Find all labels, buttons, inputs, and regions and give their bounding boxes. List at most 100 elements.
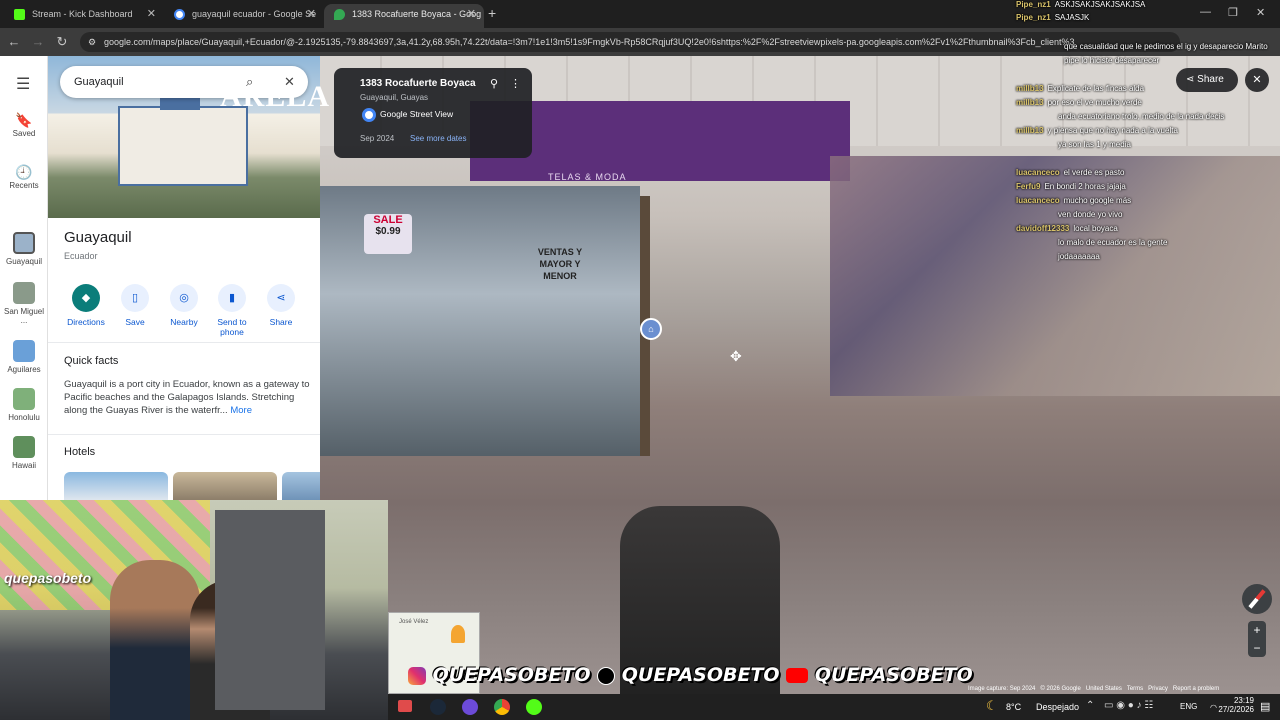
chat-user: davidoff12333 xyxy=(1016,224,1070,233)
tab-kick-dashboard[interactable]: Stream - Kick Dashboard ✕ xyxy=(4,4,164,28)
rail-item-saved[interactable]: 🔖 Saved xyxy=(0,112,48,138)
chat-message: lo malo de ecuador es la gente xyxy=(1058,238,1167,247)
person-left xyxy=(110,560,200,720)
tab-title: Stream - Kick Dashboard xyxy=(32,9,133,19)
hotel-card[interactable] xyxy=(173,472,277,500)
rail-label: Guayaquil xyxy=(5,257,43,266)
app-icon[interactable] xyxy=(398,700,412,712)
rail-label: Saved xyxy=(12,129,36,138)
forward-icon[interactable]: → xyxy=(30,34,46,50)
compass-icon[interactable] xyxy=(1242,584,1272,614)
more-vert-icon[interactable]: ⋮ xyxy=(510,77,521,90)
send-to-phone-button[interactable]: ▮ Send to phone xyxy=(210,284,254,337)
site-info-icon[interactable]: ⚙ xyxy=(88,32,96,52)
rail-item-honolulu[interactable]: Honolulu xyxy=(0,388,48,422)
share-streetview-button[interactable]: ⋖ Share xyxy=(1176,68,1238,92)
google-icon xyxy=(174,9,185,20)
app-icon[interactable] xyxy=(526,699,542,715)
tab-google-search[interactable]: guayaquil ecuador - Google Se ✕ xyxy=(164,4,324,28)
store-marker-icon[interactable]: ⌂ xyxy=(640,318,662,340)
price-text: $0.99 xyxy=(375,226,401,237)
webcam-watermark: quepasobeto xyxy=(4,570,92,586)
app-icon[interactable] xyxy=(462,699,478,715)
divider xyxy=(48,434,320,435)
share-label: Share xyxy=(1197,74,1224,85)
url-bar[interactable]: ⚙ google.com/maps/place/Guayaquil,+Ecuad… xyxy=(80,32,1180,52)
close-icon[interactable]: ✕ xyxy=(307,4,316,24)
weather-desc: Despejado xyxy=(1036,702,1080,712)
rail-label: Aguilares xyxy=(7,365,41,374)
reload-icon[interactable]: ↻ xyxy=(54,34,70,50)
weather-temp: 8°C xyxy=(1006,702,1022,712)
footer-terms[interactable]: Terms xyxy=(1127,686,1143,692)
place-thumbnail xyxy=(13,340,35,362)
hotel-card[interactable] xyxy=(282,472,320,500)
chat-message: Pipe_nz1 SAJASJK xyxy=(1016,13,1089,22)
quick-facts-text: Guayaquil is a port city in Ecuador, kno… xyxy=(64,378,310,417)
close-icon[interactable]: ✕ xyxy=(147,4,156,24)
action-label: Save xyxy=(125,317,145,327)
close-window-icon[interactable]: ✕ xyxy=(1256,6,1265,19)
clock[interactable]: 23:19 27/2/2026 xyxy=(1214,696,1254,714)
footer-report[interactable]: Report a problem xyxy=(1173,686,1219,692)
nearby-button[interactable]: ◎ Nearby xyxy=(162,284,206,327)
chat-message: pipe lo hiciste desaparecer xyxy=(1064,56,1159,65)
maps-pin-icon xyxy=(334,9,345,20)
rail-item-aguilares[interactable]: Aguilares xyxy=(0,340,48,374)
see-more-dates-link[interactable]: See more dates xyxy=(410,134,466,143)
moon-icon: ☾ xyxy=(986,698,998,713)
chat-text: el verde es pasto xyxy=(1063,168,1125,177)
close-streetview-button[interactable]: ✕ xyxy=(1245,68,1269,92)
chat-user: millb13 xyxy=(1016,84,1044,93)
rail-item-guayaquil[interactable]: Guayaquil xyxy=(0,232,48,266)
action-label: Directions xyxy=(67,317,105,327)
directions-button[interactable]: ◆ Directions xyxy=(64,284,108,327)
new-tab-button[interactable]: + xyxy=(488,5,496,21)
pixelated-region xyxy=(830,156,1280,396)
chrome-icon[interactable] xyxy=(494,699,510,715)
tray-icons[interactable]: ▭ ◉ ● ♪ ☷ xyxy=(1104,700,1153,711)
chat-text: ASKJSAKJSAKJSAKJSA xyxy=(1054,0,1146,9)
rail-label: Recents xyxy=(9,181,39,190)
footer-country[interactable]: United States xyxy=(1086,686,1122,692)
phone-icon: ▮ xyxy=(218,284,246,312)
action-label: Nearby xyxy=(170,317,198,327)
share-button[interactable]: ⋖ Share xyxy=(259,284,303,327)
minimize-icon[interactable]: — xyxy=(1200,6,1211,18)
chat-text: local boyaca xyxy=(1073,224,1118,233)
zoom-in-button[interactable]: + xyxy=(1248,621,1266,639)
close-icon[interactable]: ✕ xyxy=(467,4,476,24)
pin-icon[interactable]: ⚲ xyxy=(490,77,498,90)
steam-icon[interactable] xyxy=(430,699,446,715)
share-icon: ⋖ xyxy=(1186,74,1195,85)
footer-privacy[interactable]: Privacy xyxy=(1148,686,1168,692)
footer-copyright: © 2026 Google xyxy=(1040,686,1081,692)
tray-chevron-icon[interactable]: ⌃ xyxy=(1086,700,1094,711)
notification-icon[interactable]: ▤ xyxy=(1260,700,1270,713)
rail-item-recents[interactable]: 🕘 Recents xyxy=(0,164,48,190)
search-value: Guayaquil xyxy=(74,76,124,88)
chat-message: millb13 y piensa que no hay nada a la vue… xyxy=(1016,126,1178,135)
chat-text: jodaaaaaaa xyxy=(1058,252,1100,261)
directions-icon: ◆ xyxy=(72,284,100,312)
save-button[interactable]: ▯ Save xyxy=(113,284,157,327)
streetview-footer: Image capture: Sep 2024 © 2026 Google Un… xyxy=(968,686,1219,692)
rail-label: Honolulu xyxy=(8,413,40,422)
rail-item-san-miguel[interactable]: San Miguel ... xyxy=(0,282,48,325)
maps-rail: ☰ 🔖 Saved 🕘 Recents Guayaquil San Miguel… xyxy=(0,56,48,500)
language-indicator[interactable]: ENG xyxy=(1180,702,1197,711)
action-label: Share xyxy=(269,317,293,327)
tab-google-maps[interactable]: 1383 Rocafuerte Boyaca - Goog ✕ xyxy=(324,4,484,28)
menu-icon[interactable]: ☰ xyxy=(16,74,30,94)
quick-facts-heading: Quick facts xyxy=(64,355,119,367)
chat-message: ven donde yo vivo xyxy=(1058,210,1123,219)
back-icon[interactable]: ← xyxy=(6,34,22,50)
zoom-out-button[interactable]: − xyxy=(1248,639,1266,657)
tiktok-handle: QUEPASOBETO xyxy=(621,664,780,686)
maximize-icon[interactable]: ❐ xyxy=(1228,6,1238,19)
rail-item-hawaii[interactable]: Hawaii xyxy=(0,436,48,470)
more-link[interactable]: More xyxy=(230,405,252,416)
hotel-card[interactable] xyxy=(64,472,168,500)
building-illustration xyxy=(118,106,248,186)
youtube-icon xyxy=(786,668,809,683)
